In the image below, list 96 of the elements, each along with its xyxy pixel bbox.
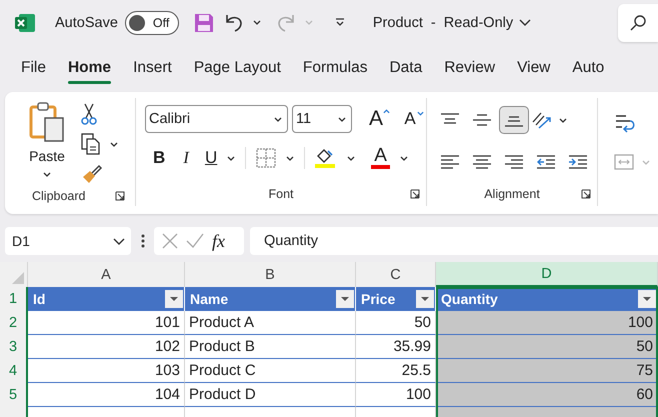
dialog-launcher-icon[interactable]	[115, 190, 125, 200]
decrease-font-size-button[interactable]: A	[398, 109, 422, 129]
ribbon-tab[interactable]: Home	[56, 50, 122, 84]
ribbon-tab[interactable]: Auto	[561, 50, 616, 84]
autosave-label: AutoSave	[55, 14, 118, 30]
customize-toolbar-icon[interactable]	[334, 18, 345, 27]
caret-icon	[274, 116, 282, 122]
bold-button[interactable]: B	[153, 148, 166, 168]
row-header[interactable]: 4	[0, 359, 28, 383]
row-header[interactable]: 1	[0, 287, 28, 311]
filter-dropdown-icon[interactable]	[416, 290, 434, 308]
more-options-icon[interactable]	[141, 233, 145, 249]
dialog-launcher-icon[interactable]	[410, 189, 420, 199]
row-header[interactable]	[0, 407, 28, 417]
table-cell: Product C	[185, 359, 356, 383]
italic-button[interactable]: I	[183, 148, 189, 168]
table-cell: 25.5	[356, 359, 436, 383]
table-cell: 50	[356, 311, 436, 335]
ribbon-tab[interactable]: View	[506, 50, 562, 84]
filter-dropdown-icon[interactable]	[336, 290, 354, 308]
document-title[interactable]: Product - Read-Only	[372, 14, 514, 30]
caret-icon[interactable]	[347, 156, 356, 160]
ribbon-tab[interactable]: Page Layout	[182, 50, 292, 84]
ribbon-tab[interactable]: Formulas	[292, 50, 378, 84]
caret-icon[interactable]	[286, 156, 294, 160]
table-cell: 100	[356, 383, 436, 407]
table-cell: Product A	[185, 311, 356, 335]
caret-icon[interactable]	[400, 156, 408, 160]
group-label: Font	[268, 187, 294, 201]
font-color-button[interactable]: A	[371, 147, 390, 169]
search-icon	[630, 14, 646, 30]
table-cell: 103	[28, 359, 185, 383]
ribbon-tab[interactable]: Review	[433, 50, 506, 84]
merge-cells-icon[interactable]	[614, 154, 634, 170]
formula-input[interactable]: Quantity	[250, 227, 658, 255]
align-lines-icon	[440, 154, 460, 170]
caret-icon[interactable]	[252, 20, 261, 25]
table-cell: 35.99	[356, 335, 436, 359]
copy-icon[interactable]	[81, 133, 101, 155]
paintbrush-icon[interactable]	[81, 163, 103, 185]
table-header-cell: Price	[356, 287, 436, 311]
ribbon-tab[interactable]: Insert	[122, 50, 183, 84]
chevron-icon[interactable]	[519, 19, 532, 26]
table-header-cell: Id	[28, 287, 185, 311]
table-cell: Product B	[185, 335, 356, 359]
table-cell: 104	[28, 383, 185, 407]
table-cell: 60	[436, 383, 658, 407]
fill-color-icon[interactable]	[315, 147, 338, 169]
insert-function-button[interactable]: fx	[212, 230, 225, 252]
bottom-align-button[interactable]	[499, 106, 529, 134]
align-lines-icon	[472, 112, 492, 128]
search-field[interactable]	[618, 4, 658, 42]
ribbon-tab[interactable]: Data	[378, 50, 434, 84]
row-header[interactable]: 5	[0, 383, 28, 407]
autosave-toggle[interactable]: Off	[124, 10, 179, 34]
table-header-cell: Name	[185, 287, 356, 311]
caret-icon	[338, 116, 346, 122]
save-icon[interactable]	[192, 12, 215, 34]
text-orientation-icon[interactable]	[531, 110, 553, 130]
spreadsheet-app-icon	[14, 12, 36, 34]
group-label: Alignment	[484, 187, 540, 201]
paste-button[interactable]: Paste	[27, 102, 67, 185]
table-cell: 102	[28, 335, 185, 359]
row-header[interactable]: 2	[0, 311, 28, 335]
down-caret-icon	[417, 111, 424, 116]
checkmark-icon[interactable]	[186, 233, 204, 249]
indent-icon	[536, 154, 556, 170]
table-cell: 101	[28, 311, 185, 335]
filter-dropdown-icon[interactable]	[165, 290, 183, 308]
row-header[interactable]: 3	[0, 335, 28, 359]
font-size-dropdown[interactable]: 11	[292, 105, 352, 133]
group-label: Clipboard	[32, 188, 86, 202]
increase-font-size-button[interactable]: A	[362, 107, 390, 131]
font-name-dropdown[interactable]: Calibri	[145, 105, 288, 133]
dialog-launcher-icon[interactable]	[581, 189, 591, 199]
underline-button[interactable]: U	[204, 148, 218, 168]
caret-icon[interactable]	[227, 156, 236, 160]
name-box[interactable]: D1	[5, 227, 131, 255]
caret-icon[interactable]	[559, 118, 567, 122]
filter-dropdown-icon[interactable]	[638, 290, 656, 308]
table-header-cell: Quantity	[436, 287, 658, 311]
ribbon-tab[interactable]: File	[10, 50, 57, 84]
align-lines-icon	[472, 154, 492, 170]
up-caret-icon	[383, 109, 390, 114]
caret-icon	[43, 172, 51, 177]
clipboard-icon	[29, 102, 65, 142]
scissors-icon[interactable]	[81, 103, 97, 125]
caret-icon[interactable]	[110, 142, 118, 146]
indent-icon	[568, 154, 588, 170]
table-cell: 75	[436, 359, 658, 383]
column-header[interactable]: D	[436, 262, 658, 287]
table-cell: 50	[436, 335, 658, 359]
align-lines-icon	[504, 154, 524, 170]
borders-icon[interactable]	[256, 148, 276, 168]
table-cell: 100	[436, 311, 658, 335]
table-cell: Product D	[185, 383, 356, 407]
